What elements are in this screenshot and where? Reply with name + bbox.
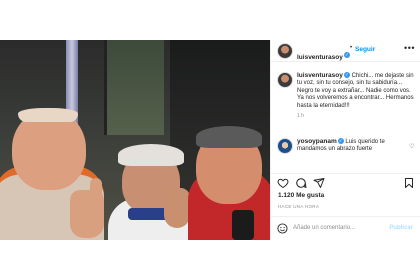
avatar[interactable] [277,43,293,59]
post-time-ago[interactable]: HACE UNA HORA [278,204,319,209]
add-comment-bar: Añade un comentario... Publicar [271,216,420,240]
share-icon[interactable] [313,177,325,189]
post-header: luisventurasoy ✓ • Seguir ••• [271,40,420,62]
verified-icon: ✓ [337,138,344,145]
more-horizontal-icon[interactable]: ••• [404,43,415,53]
action-bar [271,173,420,189]
background-window [104,40,164,135]
reply-comment: yosoypanam ✓ Luis querido te mandamos un … [297,138,409,154]
add-comment-input[interactable]: Añade un comentario... [293,225,355,231]
caption-username[interactable]: luisventurasoy [297,72,343,79]
separator-dot: • [350,45,353,51]
header-username-wrap: luisventurasoy ✓ [297,46,350,64]
post-sidebar: luisventurasoy ✓ • Seguir ••• luisventura… [270,40,420,240]
caption-text-block: luisventurasoy ✓ Chichi... me dejaste sin… [297,72,415,110]
post-photo[interactable] [0,40,270,240]
emoji-icon[interactable] [277,223,288,234]
caption-age: 1 h [297,113,304,120]
publish-button[interactable]: Publicar [389,225,413,231]
reply-username[interactable]: yosoypanam [297,138,337,145]
verified-icon: ✓ [343,72,350,79]
follow-button[interactable]: Seguir [355,46,375,53]
header-username[interactable]: luisventurasoy [297,54,343,61]
reply-avatar[interactable] [277,138,293,154]
verified-icon: ✓ [343,51,350,58]
reply-text-block: yosoypanam ✓ Luis querido te mandamos un … [297,138,409,154]
instagram-post: luisventurasoy ✓ • Seguir ••• luisventura… [0,40,420,240]
heart-icon[interactable] [277,177,289,189]
like-count[interactable]: 1.120 Me gusta [278,192,324,199]
caption: luisventurasoy ✓ Chichi... me dejaste sin… [297,72,415,119]
comment-icon[interactable] [295,177,307,189]
caption-avatar[interactable] [277,72,293,88]
bookmark-icon[interactable] [403,177,415,189]
comment-heart-icon[interactable]: ♡ [409,143,414,150]
